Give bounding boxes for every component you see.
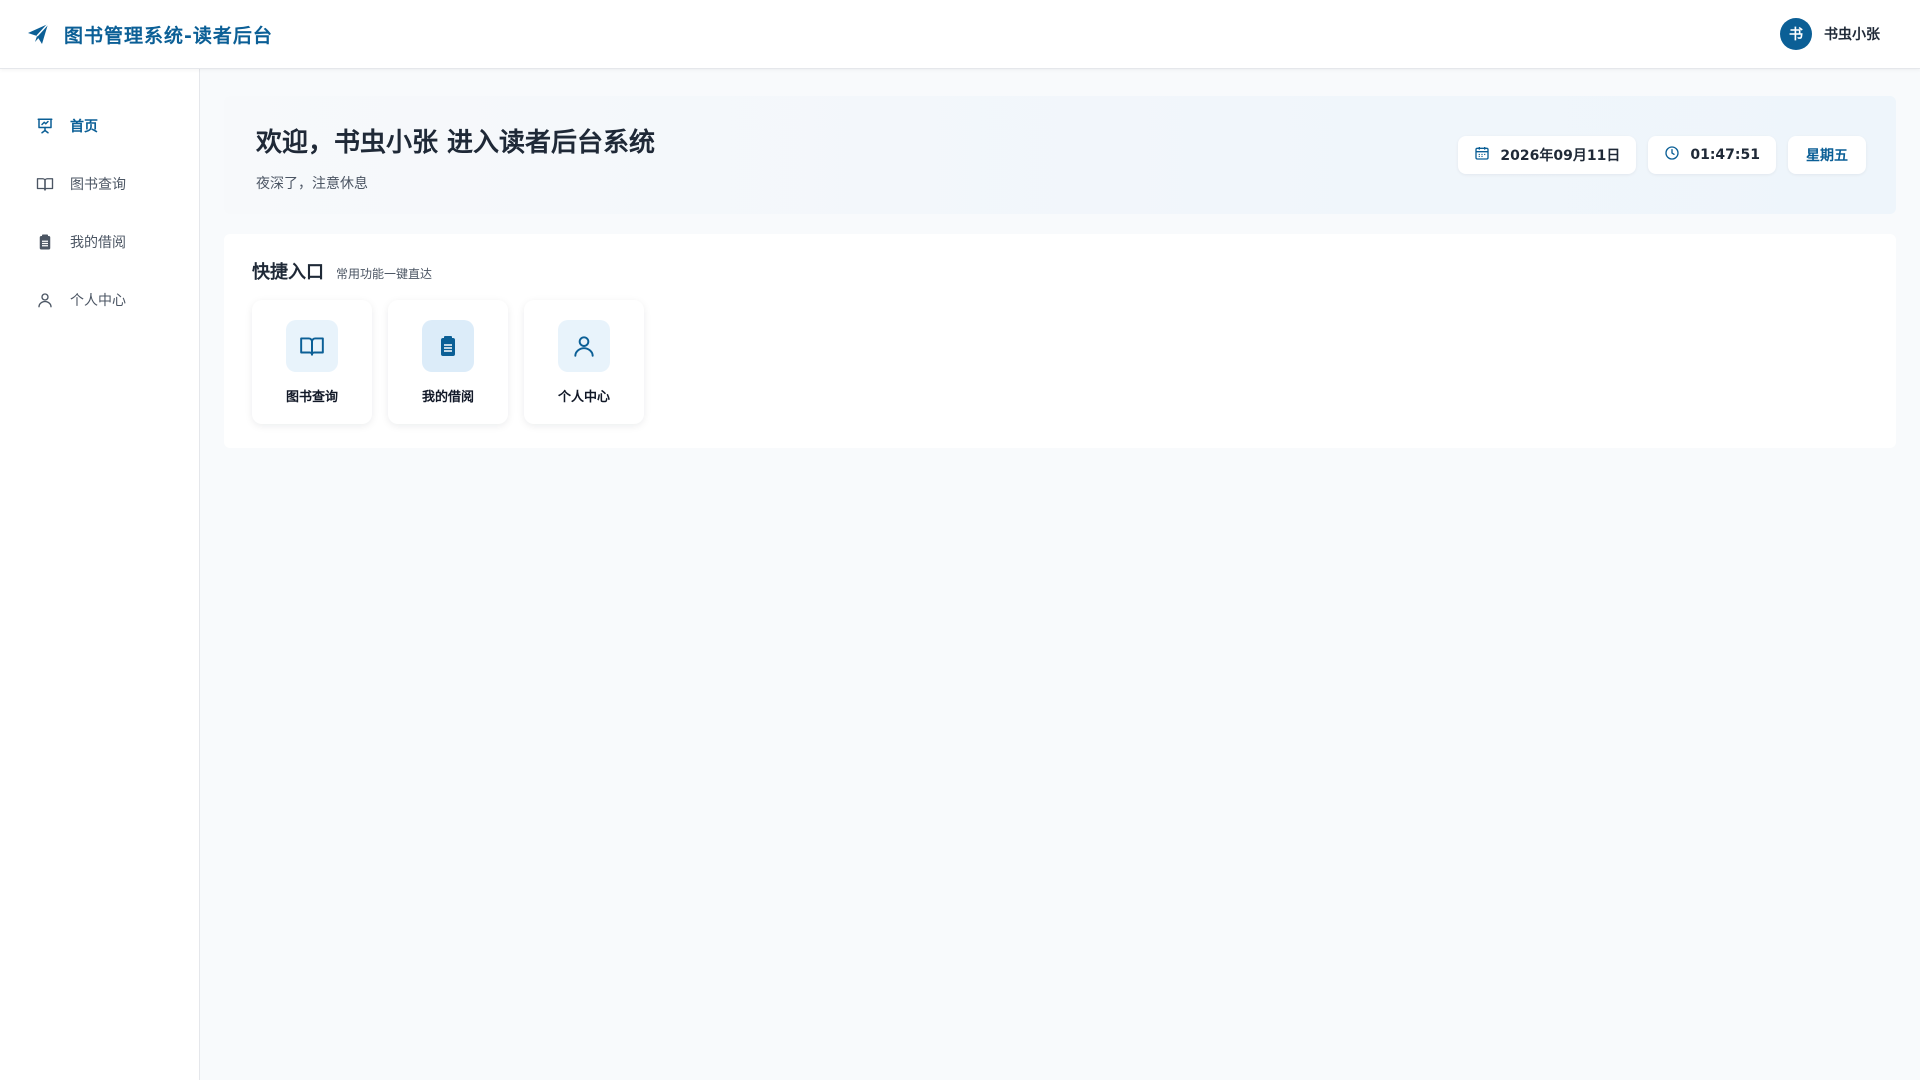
book-open-icon (36, 175, 54, 193)
quick-card-label: 我的借阅 (421, 390, 474, 405)
brand[interactable]: 图书管理系统-读者后台 (26, 21, 273, 48)
quick-card-label: 图书查询 (285, 390, 338, 405)
quick-card-label: 个人中心 (557, 390, 610, 405)
weekday-pill: 星期五 (1788, 136, 1866, 174)
datetime-info: 2026年09月11日 01:47:51 星期五 (1458, 136, 1866, 174)
sidebar-item-home[interactable]: 首页 (0, 97, 199, 155)
user-icon (36, 291, 54, 309)
welcome-subtitle: 夜深了，注意休息 (256, 176, 368, 192)
current-time: 01:47:51 (1690, 147, 1760, 163)
quick-access-panel: 快捷入口 常用功能一键直达 图书查询 我的借阅 个人中心 (224, 234, 1896, 448)
date-pill: 2026年09月11日 (1458, 136, 1637, 174)
sidebar-item-my-borrowing[interactable]: 我的借阅 (0, 213, 199, 271)
username: 书虫小张 (1824, 27, 1880, 43)
current-date: 2026年09月11日 (1500, 148, 1621, 164)
paper-plane-icon (26, 22, 50, 46)
quick-access-subtitle: 常用功能一键直达 (336, 267, 433, 281)
time-pill: 01:47:51 (1648, 136, 1776, 174)
clipboard-icon (36, 233, 54, 251)
sidebar-item-label: 图书查询 (70, 177, 126, 193)
quick-card-my-borrowing[interactable]: 我的借阅 (388, 300, 508, 424)
quick-access-cards: 图书查询 我的借阅 个人中心 (252, 300, 1868, 424)
quick-access-title: 快捷入口 (252, 262, 324, 283)
top-header: 图书管理系统-读者后台 书 书虫小张 (0, 0, 1920, 69)
sidebar-item-profile[interactable]: 个人中心 (0, 271, 199, 329)
clock-icon (1664, 145, 1680, 165)
app-title: 图书管理系统-读者后台 (64, 24, 273, 47)
current-weekday: 星期五 (1806, 148, 1848, 164)
sidebar: 首页 图书查询 我的借阅 个人中心 (0, 69, 200, 1080)
sidebar-item-label: 首页 (70, 119, 98, 135)
sidebar-item-label: 我的借阅 (70, 235, 126, 251)
quick-card-book-search[interactable]: 图书查询 (252, 300, 372, 424)
book-open-icon (286, 320, 338, 372)
welcome-banner: 欢迎，书虫小张 进入读者后台系统 夜深了，注意休息 2026年09月11日 01… (224, 96, 1896, 214)
quick-card-profile[interactable]: 个人中心 (524, 300, 644, 424)
clipboard-icon (422, 320, 474, 372)
presentation-icon (36, 117, 54, 135)
user-menu[interactable]: 书 书虫小张 (1780, 18, 1880, 50)
user-icon (558, 320, 610, 372)
calendar-icon (1474, 145, 1490, 165)
sidebar-item-label: 个人中心 (70, 293, 126, 309)
avatar: 书 (1780, 18, 1812, 50)
quick-access-header: 快捷入口 常用功能一键直达 (252, 258, 1868, 284)
sidebar-item-book-search[interactable]: 图书查询 (0, 155, 199, 213)
